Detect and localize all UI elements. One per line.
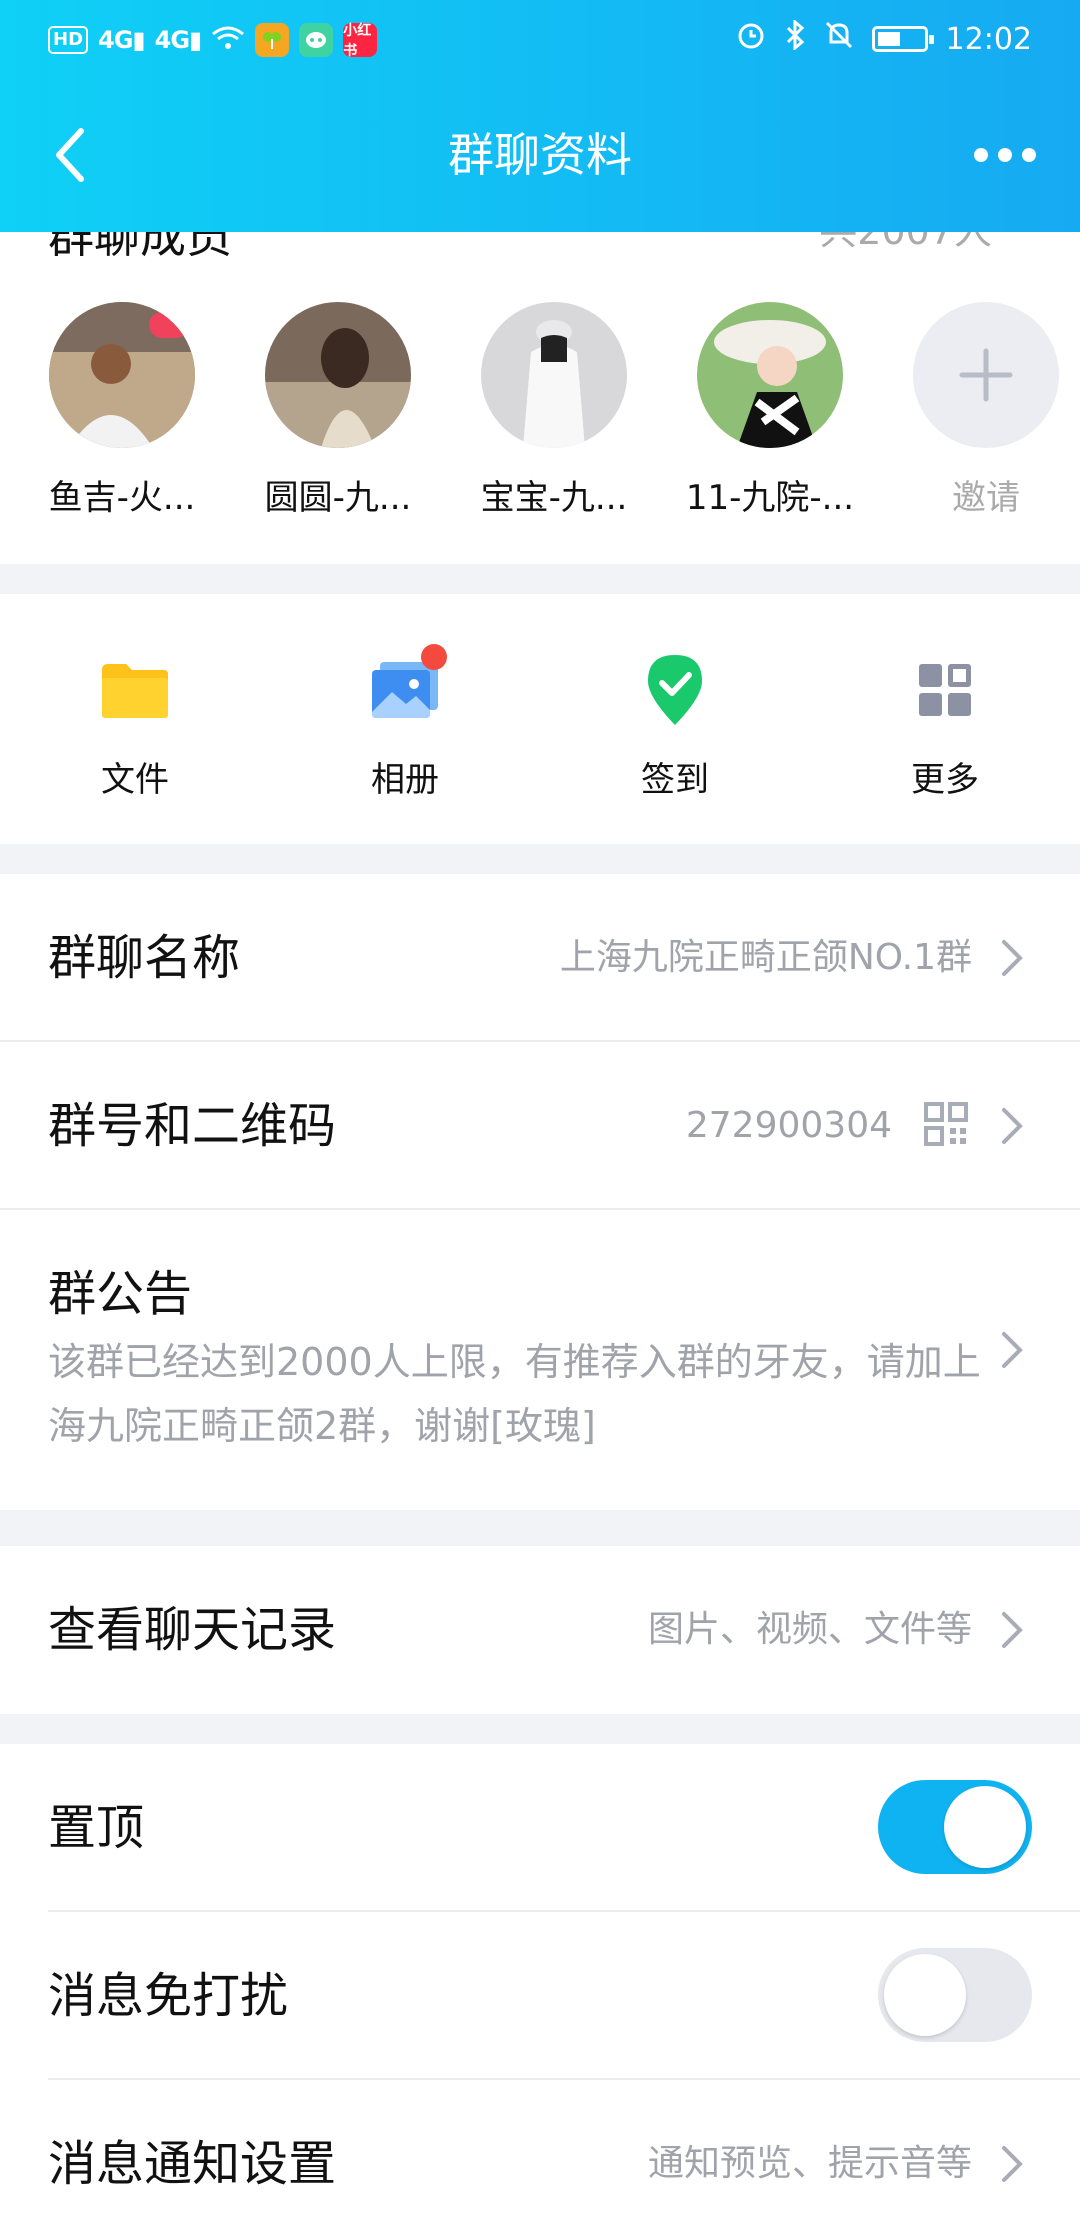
member-item[interactable]: 鱼吉-火... <box>28 302 216 519</box>
chevron-right-icon <box>1002 1612 1023 1648</box>
header: HD 4G▮ 4G▮ 小红书 12:02 群聊资料 <box>0 0 1080 232</box>
clock-time: 12:02 <box>945 21 1032 57</box>
dot-icon <box>998 148 1012 162</box>
pin-label: 置顶 <box>48 1800 145 1856</box>
member-name: 11-九院-... <box>685 478 855 518</box>
group-id-value: 272900304 <box>685 1105 892 1146</box>
app-chat-icon <box>299 23 334 57</box>
wifi-icon <box>211 24 245 56</box>
invite-circle <box>913 302 1059 448</box>
member-name: 圆圆-九... <box>264 478 412 518</box>
checkin-icon <box>635 650 715 730</box>
chevron-right-icon <box>1002 1108 1023 1144</box>
mute-row: 消息免打扰 <box>0 1912 1080 2080</box>
settings-card: 置顶 消息免打扰 消息通知设置 通知预览、提示音等 <box>0 1744 1080 2240</box>
nav-bar: 群聊资料 <box>0 90 1080 220</box>
alarm-icon <box>736 20 766 58</box>
member-list: 鱼吉-火... 圆圆-九... 宝宝-九... 11-九院-... 邀请 <box>0 302 1080 519</box>
status-bar: HD 4G▮ 4G▮ 小红书 12:02 <box>0 0 1080 80</box>
member-item[interactable]: 宝宝-九... <box>460 302 648 519</box>
group-notice-label: 群公告 <box>48 1266 193 1322</box>
page-title: 群聊资料 <box>448 128 632 182</box>
invite-label: 邀请 <box>952 478 1020 518</box>
signal-2-icon: 4G▮ <box>154 26 203 54</box>
new-badge-dot <box>421 644 447 670</box>
dot-icon <box>974 148 988 162</box>
pin-row: 置顶 <box>0 1744 1080 1912</box>
avatar <box>697 302 843 448</box>
more-options-button[interactable] <box>960 130 1050 180</box>
back-arrow-icon <box>56 128 84 182</box>
chevron-right-icon <box>1002 2146 1023 2182</box>
signal-1-icon: 4G▮ <box>98 26 146 54</box>
member-name: 鱼吉-火... <box>48 478 196 518</box>
chat-history-card: 查看聊天记录 图片、视频、文件等 <box>0 1546 1080 1714</box>
notify-settings-label: 消息通知设置 <box>48 2136 337 2192</box>
toggle-knob <box>884 1954 966 2036</box>
dot-icon <box>1022 148 1036 162</box>
battery-icon <box>871 26 934 52</box>
chat-history-row[interactable]: 查看聊天记录 图片、视频、文件等 <box>0 1546 1080 1714</box>
toggle-knob <box>944 1786 1026 1868</box>
status-left: HD 4G▮ 4G▮ 小红书 <box>48 22 378 59</box>
quick-actions: 文件 相册 签到 更多 <box>0 594 1080 844</box>
app-notify-icon <box>255 23 290 57</box>
qr-code-icon <box>924 1102 968 1146</box>
member-item[interactable]: 圆圆-九... <box>244 302 432 519</box>
album-icon <box>365 644 447 730</box>
mute-bell-icon <box>824 20 854 58</box>
chevron-right-icon <box>1002 1332 1023 1368</box>
group-id-row[interactable]: 群号和二维码 272900304 <box>0 1042 1080 1210</box>
action-label: 相册 <box>371 760 439 800</box>
action-album[interactable]: 相册 <box>270 594 540 844</box>
group-info-card: 群聊名称 上海九院正畸正颌NO.1群 群号和二维码 272900304 群公告 … <box>0 874 1080 1510</box>
hd-badge: HD <box>48 26 89 54</box>
action-checkin[interactable]: 签到 <box>540 594 810 844</box>
back-button[interactable] <box>40 120 100 190</box>
action-files[interactable]: 文件 <box>0 594 270 844</box>
chat-history-label: 查看聊天记录 <box>48 1602 337 1658</box>
status-right: 12:02 <box>736 18 1032 58</box>
plus-icon <box>959 348 1013 402</box>
avatar <box>49 302 195 448</box>
action-label: 签到 <box>641 760 709 800</box>
action-more[interactable]: 更多 <box>810 594 1080 844</box>
group-name-row[interactable]: 群聊名称 上海九院正畸正颌NO.1群 <box>0 874 1080 1042</box>
grid-more-icon <box>905 650 985 730</box>
group-notice-text: 该群已经达到2000人上限，有推荐入群的牙友，请加上海九院正畸正颌2群，谢谢[玫… <box>48 1340 981 1448</box>
member-item[interactable]: 11-九院-... <box>676 302 864 519</box>
chevron-right-icon <box>1002 940 1023 976</box>
action-label: 更多 <box>911 760 979 800</box>
folder-icon <box>95 650 175 730</box>
group-name-label: 群聊名称 <box>48 930 241 986</box>
mute-label: 消息免打扰 <box>48 1968 289 2024</box>
chat-history-value: 图片、视频、文件等 <box>647 1609 972 1650</box>
xiaohongshu-icon: 小红书 <box>343 23 378 59</box>
group-id-label: 群号和二维码 <box>48 1098 337 1154</box>
invite-member-button[interactable]: 邀请 <box>892 302 1080 519</box>
avatar <box>265 302 411 448</box>
group-notice-row[interactable]: 群公告 该群已经达到2000人上限，有推荐入群的牙友，请加上海九院正畸正颌2群，… <box>0 1210 1080 1510</box>
member-name: 宝宝-九... <box>480 478 628 518</box>
action-label: 文件 <box>101 760 169 800</box>
mute-toggle[interactable] <box>878 1948 1032 2042</box>
notify-settings-value: 通知预览、提示音等 <box>647 2143 972 2184</box>
group-name-value: 上海九院正畸正颌NO.1群 <box>559 937 972 978</box>
notify-settings-row[interactable]: 消息通知设置 通知预览、提示音等 <box>0 2080 1080 2240</box>
pin-toggle[interactable] <box>878 1780 1032 1874</box>
avatar <box>481 302 627 448</box>
bluetooth-icon <box>784 18 806 58</box>
